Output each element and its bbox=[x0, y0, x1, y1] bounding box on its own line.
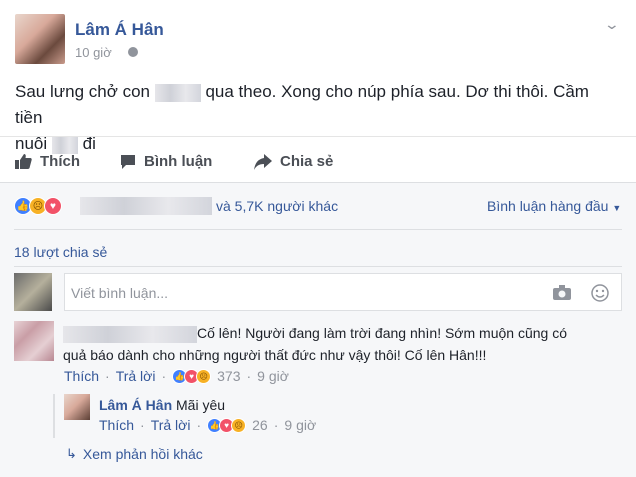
author-name[interactable]: Lâm Á Hân bbox=[75, 20, 164, 40]
comment-time[interactable]: 9 giờ bbox=[257, 368, 289, 384]
reply-like-link[interactable]: Thích bbox=[99, 417, 134, 433]
reply-arrow-icon: ↳ bbox=[66, 446, 77, 461]
chevron-down-icon[interactable]: ⌄ bbox=[604, 16, 620, 33]
reply-author-avatar[interactable] bbox=[64, 394, 90, 420]
caret-down-icon: ▼ bbox=[612, 203, 622, 213]
post-time[interactable]: 10 giờ bbox=[75, 45, 112, 60]
comment-text: Cố lên! Người đang làm trời đang nhìn! S… bbox=[63, 325, 567, 363]
comment-reply-link[interactable]: Trả lời bbox=[116, 368, 156, 384]
reply-time[interactable]: 9 giờ bbox=[284, 417, 316, 433]
comment-reaction-count: 373 bbox=[217, 368, 241, 384]
sad-reaction-icon: ☹ bbox=[231, 417, 247, 433]
thumbs-up-icon bbox=[15, 153, 32, 169]
sad-reaction-icon: ☹ bbox=[196, 368, 212, 384]
blurred-name bbox=[154, 83, 201, 102]
shares-count[interactable]: 18 lượt chia sẻ bbox=[14, 244, 107, 260]
camera-icon[interactable] bbox=[553, 285, 571, 300]
reactions-others[interactable]: và 5,7K người khác bbox=[216, 198, 338, 214]
reply-reactions[interactable]: 👍 ♥ ☹ bbox=[207, 417, 247, 433]
love-reaction-icon: ♥ bbox=[44, 197, 62, 215]
comment-meta: Thích · Trả lời · 👍 ♥ ☹ 373 · 9 giờ bbox=[64, 368, 289, 384]
reply-text: Lâm Á Hân Mãi yêu bbox=[99, 397, 226, 413]
blurred-commenter-name[interactable] bbox=[63, 325, 197, 343]
emoji-icon[interactable] bbox=[591, 284, 609, 302]
reply-meta: Thích · Trả lời · 👍 ♥ ☹ 26 · 9 giờ bbox=[99, 417, 317, 433]
more-replies-link[interactable]: ↳ Xem phản hồi khác bbox=[66, 446, 203, 462]
globe-icon bbox=[128, 47, 138, 57]
sort-comments[interactable]: Bình luận hàng đầu ▼ bbox=[487, 198, 621, 214]
comment-like-link[interactable]: Thích bbox=[64, 368, 99, 384]
divider bbox=[14, 266, 622, 267]
share-button[interactable]: Chia sẻ bbox=[254, 153, 333, 170]
divider bbox=[14, 229, 622, 230]
reply-thread-line bbox=[53, 394, 55, 438]
reply-reply-link[interactable]: Trả lời bbox=[151, 417, 191, 433]
blurred-names bbox=[80, 197, 212, 215]
author-avatar[interactable] bbox=[15, 14, 65, 64]
comment-icon bbox=[121, 154, 135, 169]
share-icon bbox=[254, 153, 272, 170]
reply-author-name[interactable]: Lâm Á Hân bbox=[99, 397, 172, 413]
blurred-name bbox=[51, 135, 78, 154]
user-avatar bbox=[14, 273, 52, 311]
like-button[interactable]: Thích bbox=[15, 153, 80, 170]
comment-button[interactable]: Bình luận bbox=[120, 153, 212, 170]
reaction-icons[interactable]: 👍 ☹ ♥ bbox=[14, 197, 62, 215]
reply-reaction-count: 26 bbox=[252, 417, 268, 433]
comment-placeholder: Viết bình luận... bbox=[71, 285, 169, 301]
comment-reactions[interactable]: 👍 ♥ ☹ bbox=[172, 368, 212, 384]
divider bbox=[0, 136, 636, 137]
commenter-avatar[interactable] bbox=[14, 321, 54, 361]
post-text: Sau lưng chở con qua theo. Xong cho núp … bbox=[15, 82, 589, 154]
